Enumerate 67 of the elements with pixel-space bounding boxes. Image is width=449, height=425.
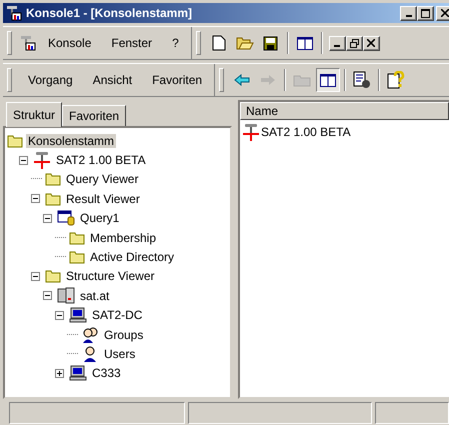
close-icon	[440, 9, 448, 17]
document-icon	[212, 35, 226, 51]
menu-item[interactable]: Konsole	[40, 34, 100, 52]
tree-item[interactable]: Structure Viewer	[64, 269, 156, 284]
left-arrow-icon	[234, 74, 250, 86]
folder-icon	[45, 269, 61, 284]
menu-item[interactable]: Fenster	[103, 34, 160, 52]
expand-toggle[interactable]	[55, 368, 64, 378]
folder-icon	[236, 36, 254, 50]
folder-icon	[45, 192, 61, 206]
hammer-icon	[33, 151, 51, 170]
tree-item[interactable]: SAT2 1.00 BETA	[54, 153, 148, 168]
tree-item[interactable]: Result Viewer	[64, 192, 142, 206]
maximize-icon	[421, 8, 430, 18]
collapse-toggle[interactable]	[43, 291, 52, 300]
close-icon	[367, 39, 376, 47]
list-export-icon	[353, 71, 372, 89]
menu-item[interactable]: ?	[164, 34, 187, 52]
folder-icon	[293, 73, 312, 87]
folder-icon	[7, 134, 23, 148]
collapse-toggle[interactable]	[31, 194, 40, 204]
tree-item[interactable]: Query Viewer	[64, 172, 140, 186]
collapse-toggle[interactable]	[55, 310, 64, 320]
right-arrow-icon	[260, 74, 276, 86]
menu-item[interactable]: Ansicht	[84, 71, 140, 89]
computer-icon	[69, 307, 87, 324]
tab[interactable]: Favoriten	[62, 105, 126, 126]
app-icon	[6, 5, 22, 21]
menu-item[interactable]: Favoriten	[144, 71, 210, 89]
tree-item[interactable]: Query1	[78, 211, 122, 226]
tree-button[interactable]	[316, 68, 340, 92]
tree-item[interactable]: C333	[90, 366, 123, 380]
collapse-toggle[interactable]	[43, 214, 52, 223]
tree-item[interactable]: Membership	[88, 230, 158, 245]
tree-item[interactable]: Users	[102, 346, 138, 361]
tab[interactable]: Struktur	[6, 102, 62, 127]
tree-item[interactable]: Konsolenstamm	[26, 134, 116, 148]
folder-icon	[45, 172, 61, 186]
close-button[interactable]	[362, 36, 380, 50]
computer-icon	[69, 365, 87, 382]
hammer-icon	[242, 123, 260, 141]
tree-item[interactable]: Groups	[102, 328, 146, 342]
restore-button[interactable]	[346, 36, 363, 50]
folder-icon	[69, 250, 85, 264]
collapse-toggle[interactable]	[31, 272, 40, 281]
tree-item[interactable]: Active Directory	[88, 250, 176, 264]
column-header[interactable]: Name	[240, 102, 449, 120]
columns-icon	[320, 74, 336, 86]
window-title: Konsole1 - [Konsolenstamm]	[26, 6, 194, 20]
close-button[interactable]	[436, 6, 449, 20]
maximize-button[interactable]	[417, 6, 434, 20]
app-icon	[20, 35, 36, 51]
folder-icon	[69, 230, 85, 245]
columns-icon	[296, 36, 313, 50]
collapse-toggle[interactable]	[19, 156, 28, 165]
server-icon	[57, 287, 75, 304]
list-item[interactable]: SAT2 1.00 BETA	[261, 125, 351, 139]
database-icon	[57, 210, 75, 226]
tree-item[interactable]: SAT2-DC	[90, 308, 144, 322]
people-icon	[81, 326, 99, 344]
minimize-button[interactable]	[400, 6, 417, 20]
person-icon	[81, 344, 99, 363]
minimize-button[interactable]	[328, 36, 346, 50]
tree-item[interactable]: sat.at	[78, 288, 112, 303]
restore-icon	[350, 38, 359, 48]
menu-item[interactable]: Vorgang	[20, 71, 81, 89]
help-icon	[387, 71, 406, 89]
